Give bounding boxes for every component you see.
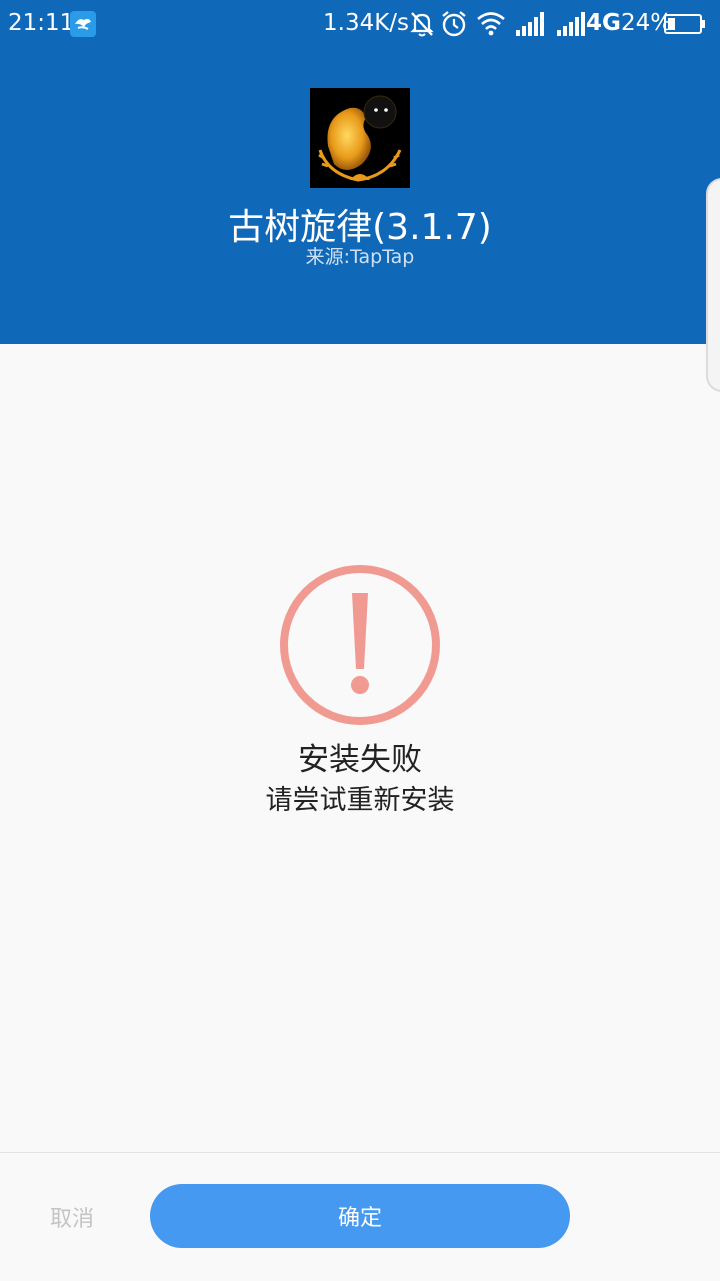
app-source: 来源:TapTap (305, 246, 415, 268)
status-bar: 21:11 1.34K/s 4G 24% (0, 0, 720, 48)
confirm-button[interactable]: 确定 (150, 1184, 570, 1248)
floating-side-handle[interactable] (706, 178, 720, 392)
app-icon (310, 88, 410, 188)
warning-circle-icon (278, 563, 442, 727)
network-type: 4G (586, 10, 621, 36)
signal-icon (515, 12, 545, 42)
install-failed-subtitle: 请尝试重新安装 (265, 785, 455, 816)
status-time: 21:11 (8, 10, 75, 36)
network-speed: 1.34K/s (323, 10, 410, 36)
install-failed-title: 安装失败 (298, 742, 422, 778)
bottom-action-bar: 取消 确定 (0, 1152, 720, 1281)
battery-icon (664, 14, 706, 34)
signal-icon (556, 12, 586, 42)
mute-icon (409, 10, 435, 44)
notification-app-icon (70, 11, 96, 37)
installer-header: 21:11 1.34K/s 4G 24% 古树旋律(3.1.7) 来源:TapT… (0, 0, 720, 344)
cancel-button[interactable]: 取消 (30, 1199, 114, 1235)
wifi-icon (476, 10, 506, 42)
alarm-icon (440, 10, 468, 44)
